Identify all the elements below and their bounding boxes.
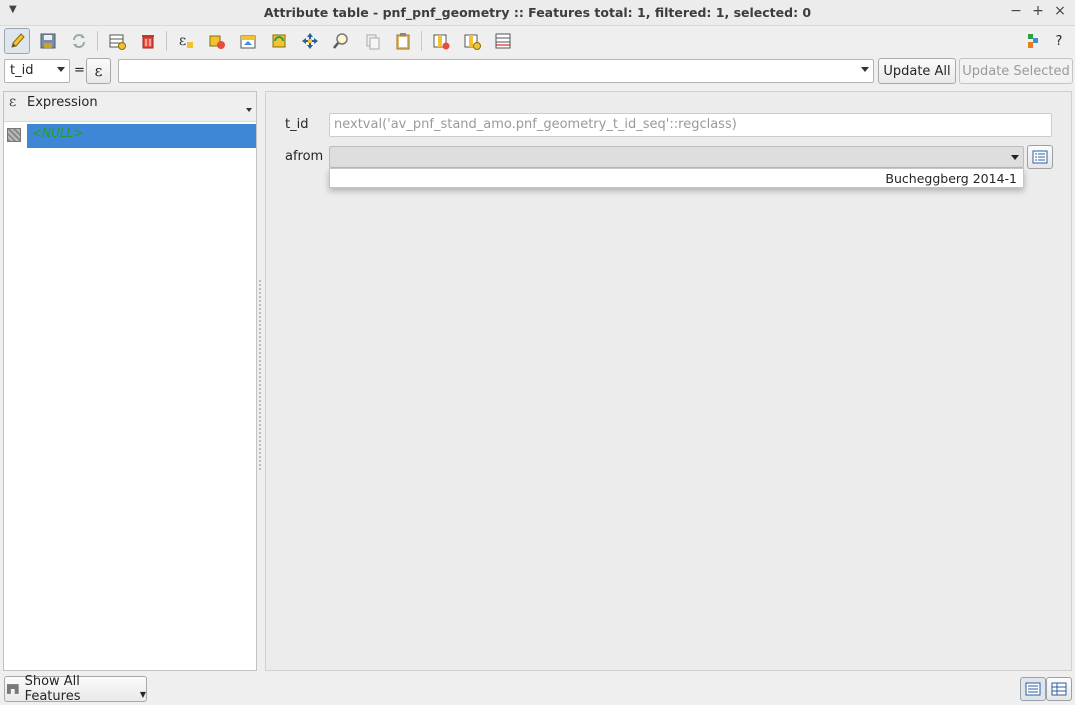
expression-builder-button[interactable]: ε [86, 58, 111, 84]
conditional-formatting-button[interactable] [1020, 28, 1046, 54]
maximize-button[interactable]: + [1030, 3, 1046, 19]
attribute-form: t_id nextval('av_pnf_stand_amo.pnf_geome… [265, 91, 1072, 671]
expression-icon: ε [94, 62, 103, 80]
delete-field-icon [433, 34, 450, 50]
pan-to-selected-icon [302, 33, 318, 49]
afrom-combo[interactable] [329, 146, 1024, 168]
chevron-down-icon [246, 108, 252, 112]
move-selection-top-button[interactable] [235, 28, 261, 54]
save-edits-icon [40, 33, 56, 49]
open-related-form-button[interactable] [1027, 145, 1053, 169]
t-id-label: t_id [285, 117, 309, 132]
field-combo[interactable]: t_id [4, 59, 70, 83]
bottom-bar: Show All Features ▼ [0, 673, 1075, 705]
copy-icon [366, 34, 380, 50]
show-all-features-button[interactable]: Show All Features ▼ [4, 674, 147, 704]
paste-icon [396, 33, 410, 50]
dropdown-option[interactable]: Bucheggberg 2014-1 [885, 171, 1017, 186]
chevron-down-icon: ▼ [139, 689, 146, 699]
toolbar-separator [166, 31, 167, 51]
zoom-to-selected-icon [333, 33, 348, 49]
delete-feature-button[interactable] [135, 28, 161, 54]
equals-label: = [74, 63, 85, 78]
afrom-label: afrom [285, 149, 324, 164]
toolbar-separator [97, 31, 98, 51]
toggle-editing-button[interactable] [4, 28, 30, 54]
select-by-expression-button[interactable]: ε [173, 28, 199, 54]
chevron-down-icon [861, 67, 869, 72]
pan-to-selected-button[interactable] [297, 28, 323, 54]
minimize-button[interactable]: − [1008, 3, 1024, 19]
display-expression-label: Expression [27, 95, 98, 110]
field-combo-value: t_id [10, 63, 34, 78]
window-title: Attribute table - pnf_pnf_geometry :: Fe… [263, 5, 812, 20]
list-item[interactable]: <NULL> [4, 124, 256, 148]
form-view-icon [1032, 150, 1048, 164]
invert-selection-icon [272, 34, 286, 48]
feature-status-icon [7, 128, 21, 142]
pane-splitter[interactable] [259, 280, 261, 470]
feature-list-header[interactable]: ε Expression [4, 92, 256, 122]
move-selection-top-icon [240, 35, 256, 49]
toolbar-separator [421, 31, 422, 51]
reload-icon [73, 34, 85, 48]
save-edits-button[interactable] [35, 28, 61, 54]
svg-text:ε: ε [179, 33, 186, 49]
conditional-formatting-icon [1028, 34, 1038, 48]
chevron-down-icon [57, 67, 65, 72]
form-view-icon [1025, 682, 1041, 696]
t-id-value: nextval('av_pnf_stand_amo.pnf_geometry_t… [334, 117, 737, 132]
delete-field-button[interactable] [428, 28, 454, 54]
feature-list-pane: ε Expression <NULL> [3, 91, 257, 671]
table-view-icon [1051, 682, 1067, 696]
close-button[interactable]: × [1052, 3, 1068, 19]
paste-button[interactable] [390, 28, 416, 54]
filter-icon [6, 684, 19, 694]
chevron-down-icon [1011, 155, 1019, 160]
show-all-features-label: Show All Features [24, 674, 81, 704]
t-id-field[interactable]: nextval('av_pnf_stand_amo.pnf_geometry_t… [329, 113, 1052, 137]
update-all-button[interactable]: Update All [878, 58, 956, 84]
field-calculator-button[interactable] [490, 28, 516, 54]
invert-selection-button[interactable] [266, 28, 292, 54]
pencil-icon [11, 33, 25, 48]
field-update-bar: t_id = ε Update All Update Selected [0, 56, 1075, 86]
zoom-to-selected-button[interactable] [328, 28, 354, 54]
main-toolbar: ε ? [0, 26, 1075, 56]
afrom-dropdown-list: Bucheggberg 2014-1 [329, 168, 1024, 188]
add-feature-button[interactable] [104, 28, 130, 54]
delete-feature-icon [142, 35, 154, 49]
form-view-button[interactable] [1020, 677, 1046, 701]
help-icon: ? [1055, 33, 1063, 49]
title-bar: ▼ Attribute table - pnf_pnf_geometry :: … [0, 0, 1075, 26]
update-selected-button[interactable]: Update Selected [959, 58, 1073, 84]
help-button[interactable]: ? [1046, 28, 1072, 54]
new-field-icon [464, 34, 481, 50]
deselect-all-button[interactable] [204, 28, 230, 54]
list-item-value: <NULL> [27, 124, 256, 148]
field-calculator-icon [495, 33, 511, 49]
reload-button[interactable] [66, 28, 92, 54]
new-field-button[interactable] [459, 28, 485, 54]
deselect-icon [209, 35, 225, 49]
expression-icon: ε [9, 94, 17, 110]
add-feature-icon [109, 34, 126, 50]
copy-button[interactable] [359, 28, 385, 54]
select-by-expression-icon: ε [179, 33, 193, 49]
table-view-button[interactable] [1046, 677, 1072, 701]
update-value-input[interactable] [118, 59, 874, 83]
